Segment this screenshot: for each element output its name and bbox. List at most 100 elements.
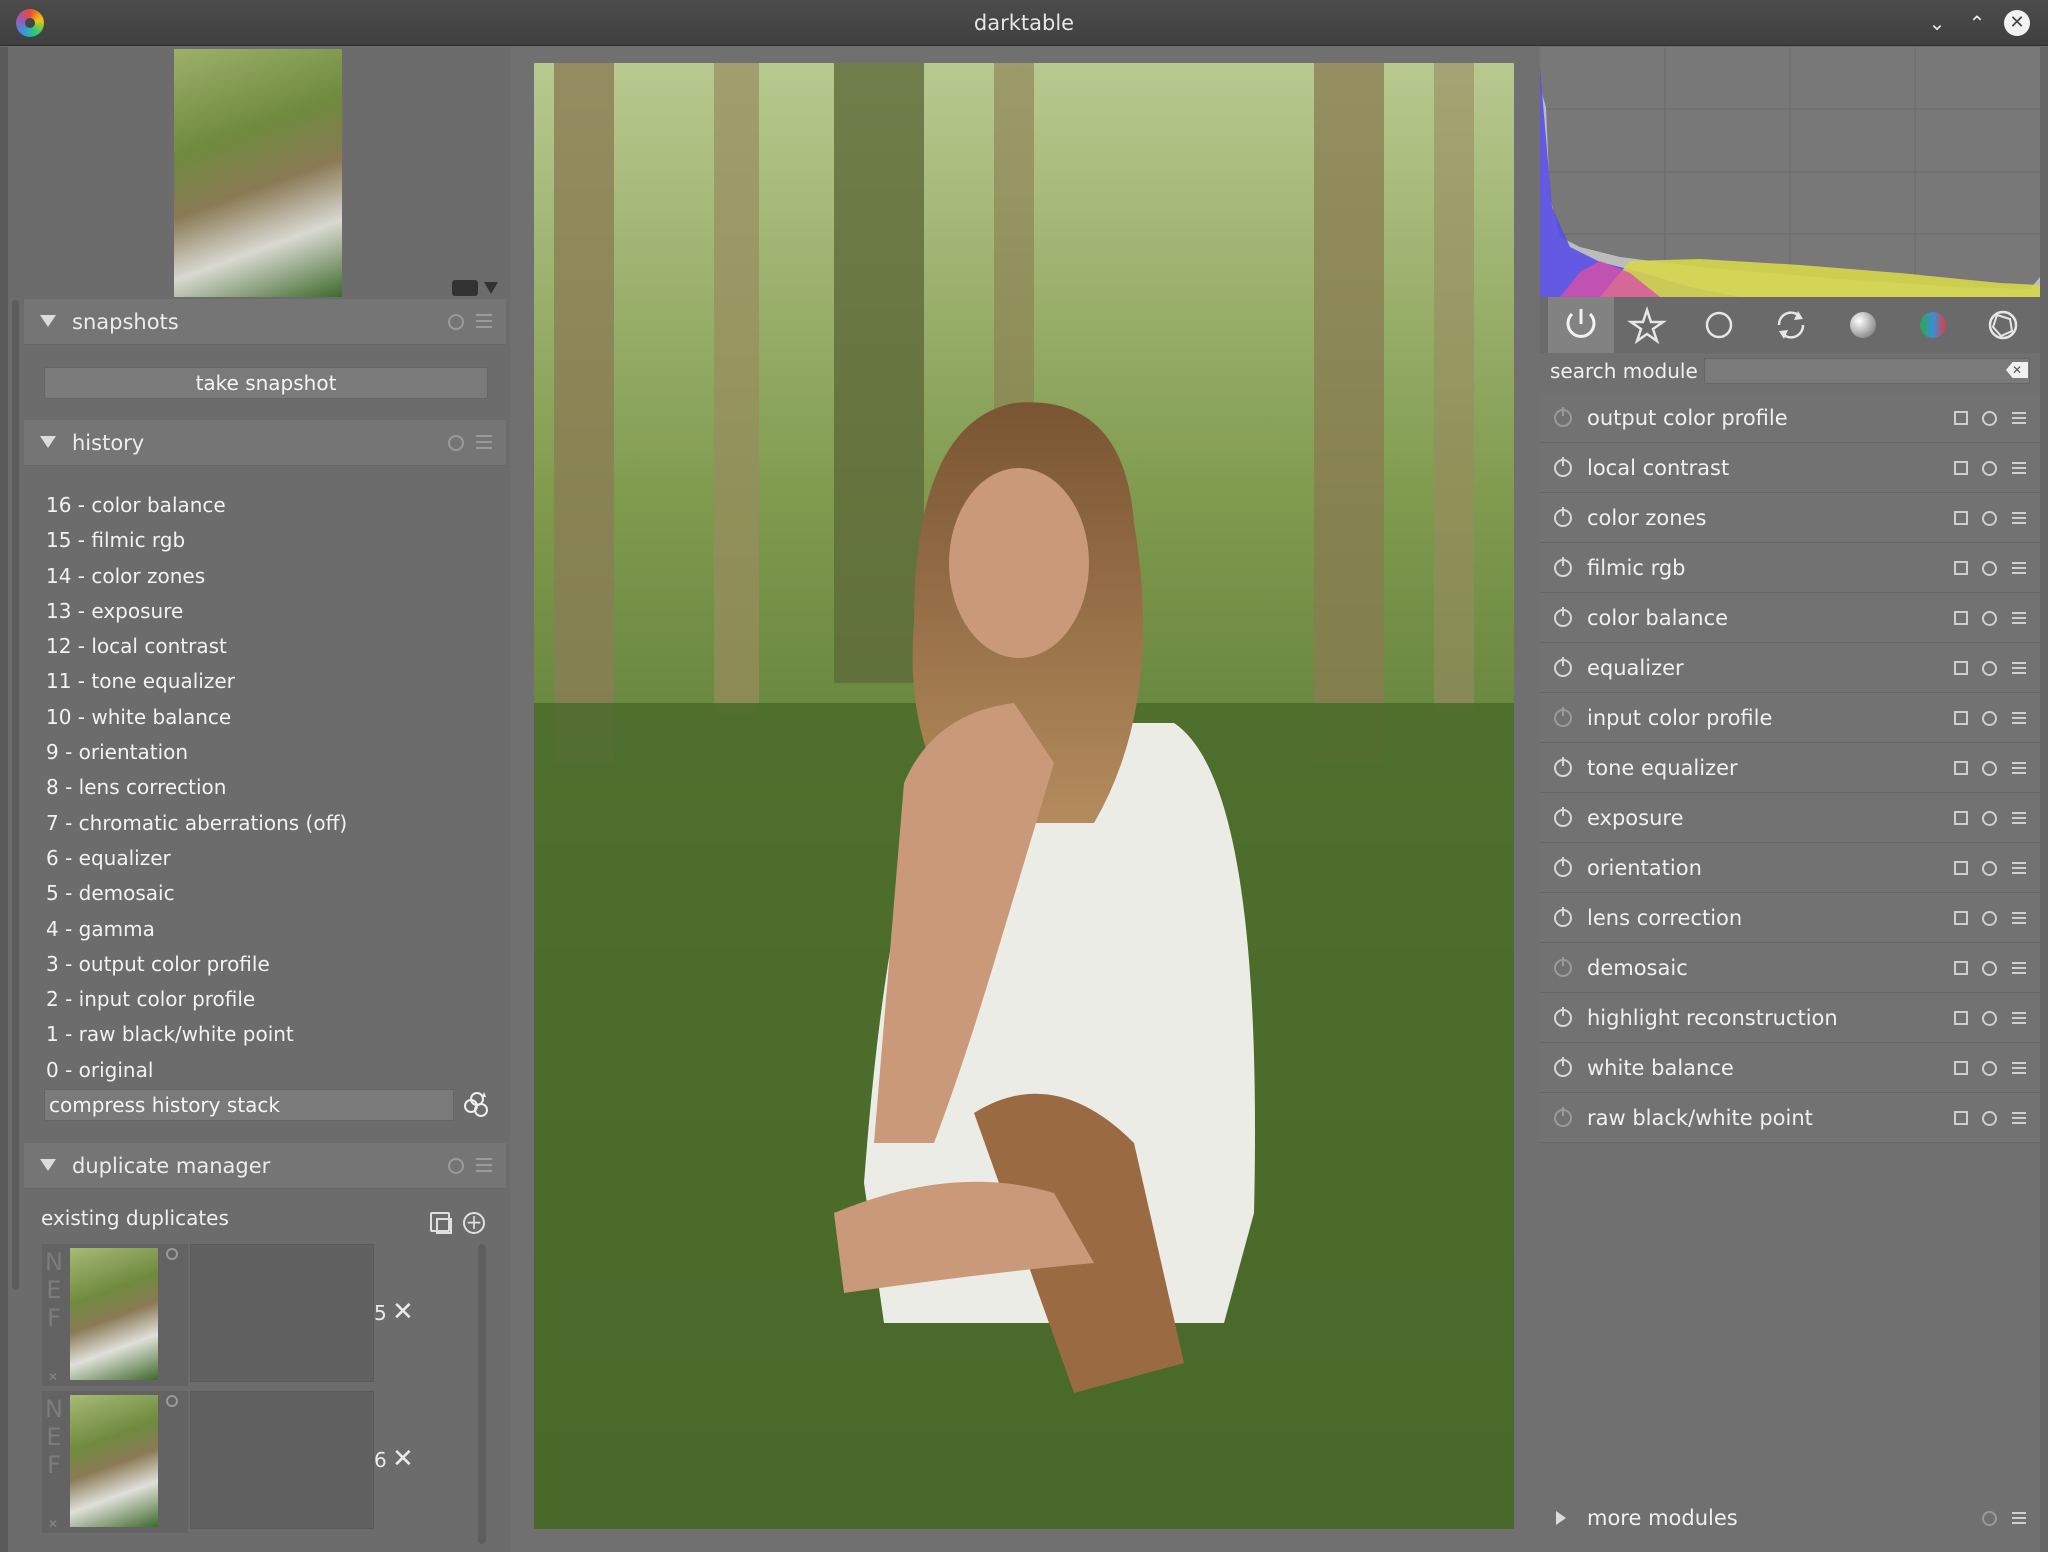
presets-menu-icon[interactable]: [476, 314, 492, 328]
main-image[interactable]: [534, 63, 1514, 1529]
history-item[interactable]: 16 - color balance: [46, 488, 486, 523]
create-style-icon[interactable]: [462, 1090, 490, 1118]
multi-instance-icon[interactable]: [1954, 861, 1968, 875]
multi-instance-icon[interactable]: [1954, 1061, 1968, 1075]
left-panel-scrollbar[interactable]: [12, 300, 19, 1290]
multi-instance-icon[interactable]: [1954, 761, 1968, 775]
presets-menu-icon[interactable]: [2012, 1012, 2026, 1024]
module-row[interactable]: raw black/white point: [1540, 1093, 2040, 1143]
duplicate-thumbnail[interactable]: [70, 1248, 158, 1380]
duplicate-preview-box[interactable]: [190, 1244, 374, 1382]
multi-instance-icon[interactable]: [1954, 511, 1968, 525]
multi-instance-icon[interactable]: [1954, 411, 1968, 425]
reset-icon[interactable]: [1982, 711, 1997, 726]
multi-instance-icon[interactable]: [1954, 711, 1968, 725]
presets-menu-icon[interactable]: [2012, 862, 2026, 874]
presets-menu-icon[interactable]: [476, 435, 492, 449]
power-icon[interactable]: [1554, 757, 1572, 777]
duplicate-thumbnail[interactable]: [70, 1395, 158, 1527]
reset-icon[interactable]: [1982, 411, 1997, 426]
power-icon[interactable]: [1554, 857, 1572, 877]
multi-instance-icon[interactable]: [1954, 611, 1968, 625]
presets-menu-icon[interactable]: [2012, 962, 2026, 974]
presets-menu-icon[interactable]: [2012, 762, 2026, 774]
reset-icon[interactable]: [1982, 861, 1997, 876]
reset-icon[interactable]: [1982, 1061, 1997, 1076]
history-header[interactable]: history: [24, 420, 506, 466]
power-icon[interactable]: [1554, 1057, 1572, 1077]
delete-duplicate-icon[interactable]: ✕: [392, 1299, 414, 1325]
module-row[interactable]: local contrast: [1540, 443, 2040, 493]
power-icon[interactable]: [1554, 557, 1572, 577]
module-row[interactable]: highlight reconstruction: [1540, 993, 2040, 1043]
power-icon[interactable]: [1554, 657, 1572, 677]
module-row[interactable]: filmic rgb: [1540, 543, 2040, 593]
history-item[interactable]: 14 - color zones: [46, 559, 486, 594]
multi-instance-icon[interactable]: [1954, 811, 1968, 825]
module-row[interactable]: input color profile: [1540, 693, 2040, 743]
left-panel-collapse-strip[interactable]: [0, 47, 8, 1552]
multi-instance-icon[interactable]: [1954, 661, 1968, 675]
history-item[interactable]: 8 - lens correction: [46, 770, 486, 805]
delete-duplicate-icon[interactable]: ✕: [392, 1446, 414, 1472]
more-modules-row[interactable]: more modules: [1540, 1493, 2048, 1543]
power-icon[interactable]: [1554, 957, 1572, 977]
snapshots-header[interactable]: snapshots: [24, 299, 506, 345]
presets-menu-icon[interactable]: [2012, 562, 2026, 574]
presets-menu-icon[interactable]: [2012, 812, 2026, 824]
duplicate-thumbnail-row[interactable]: NEF ✕: [42, 1244, 188, 1386]
navigation-thumbnail[interactable]: [174, 49, 342, 297]
history-item[interactable]: 10 - white balance: [46, 700, 486, 735]
history-item[interactable]: 1 - raw black/white point: [46, 1017, 486, 1052]
zoom-dropdown-icon[interactable]: [484, 282, 498, 294]
reset-icon[interactable]: [1982, 1011, 1997, 1026]
history-item[interactable]: 4 - gamma: [46, 912, 486, 947]
module-row[interactable]: orientation: [1540, 843, 2040, 893]
history-item[interactable]: 5 - demosaic: [46, 876, 486, 911]
module-row[interactable]: equalizer: [1540, 643, 2040, 693]
presets-menu-icon[interactable]: [2012, 1062, 2026, 1074]
collapse-arrow-icon[interactable]: [40, 315, 56, 327]
duplicate-manager-header[interactable]: duplicate manager: [24, 1143, 506, 1189]
tab-base[interactable]: [1686, 297, 1752, 353]
add-duplicate-icon[interactable]: +: [463, 1212, 485, 1234]
multi-instance-icon[interactable]: [1954, 961, 1968, 975]
reset-icon[interactable]: [448, 314, 464, 330]
collapse-arrow-icon[interactable]: [40, 1159, 56, 1171]
history-item[interactable]: 7 - chromatic aberrations (off): [46, 806, 486, 841]
presets-menu-icon[interactable]: [2012, 912, 2026, 924]
right-panel-scrollbar[interactable]: [2040, 47, 2048, 1552]
module-row[interactable]: color balance: [1540, 593, 2040, 643]
history-item[interactable]: 6 - equalizer: [46, 841, 486, 876]
presets-menu-icon[interactable]: [2012, 662, 2026, 674]
reset-icon[interactable]: [448, 435, 464, 451]
history-item[interactable]: 2 - input color profile: [46, 982, 486, 1017]
search-module-input[interactable]: [1704, 358, 2030, 384]
tab-active-modules[interactable]: [1548, 297, 1614, 353]
reset-icon[interactable]: [1982, 661, 1997, 676]
presets-menu-icon[interactable]: [2012, 612, 2026, 624]
compress-history-button[interactable]: compress history stack: [44, 1089, 454, 1121]
tab-effect[interactable]: [1970, 297, 2036, 353]
zoom-fit-icon[interactable]: [452, 280, 478, 296]
power-icon[interactable]: [1554, 1007, 1572, 1027]
module-row[interactable]: tone equalizer: [1540, 743, 2040, 793]
reset-icon[interactable]: [1982, 461, 1997, 476]
presets-menu-icon[interactable]: [2012, 712, 2026, 724]
presets-menu-icon[interactable]: [2012, 462, 2026, 474]
duplicate-icon[interactable]: [430, 1212, 452, 1234]
reject-icon[interactable]: ✕: [48, 1517, 58, 1531]
reset-icon[interactable]: [1982, 1111, 1997, 1126]
close-button[interactable]: ✕: [2004, 10, 2030, 36]
reset-icon[interactable]: [1982, 961, 1997, 976]
tab-color[interactable]: [1830, 297, 1896, 353]
power-icon[interactable]: [1554, 1107, 1572, 1127]
history-item[interactable]: 3 - output color profile: [46, 947, 486, 982]
navigation-zoom-controls[interactable]: [452, 280, 498, 296]
reset-icon[interactable]: [1982, 1511, 1997, 1526]
power-icon[interactable]: [1554, 507, 1572, 527]
module-row[interactable]: color zones: [1540, 493, 2040, 543]
history-item[interactable]: 11 - tone equalizer: [46, 664, 486, 699]
multi-instance-icon[interactable]: [1954, 561, 1968, 575]
reset-icon[interactable]: [1982, 761, 1997, 776]
